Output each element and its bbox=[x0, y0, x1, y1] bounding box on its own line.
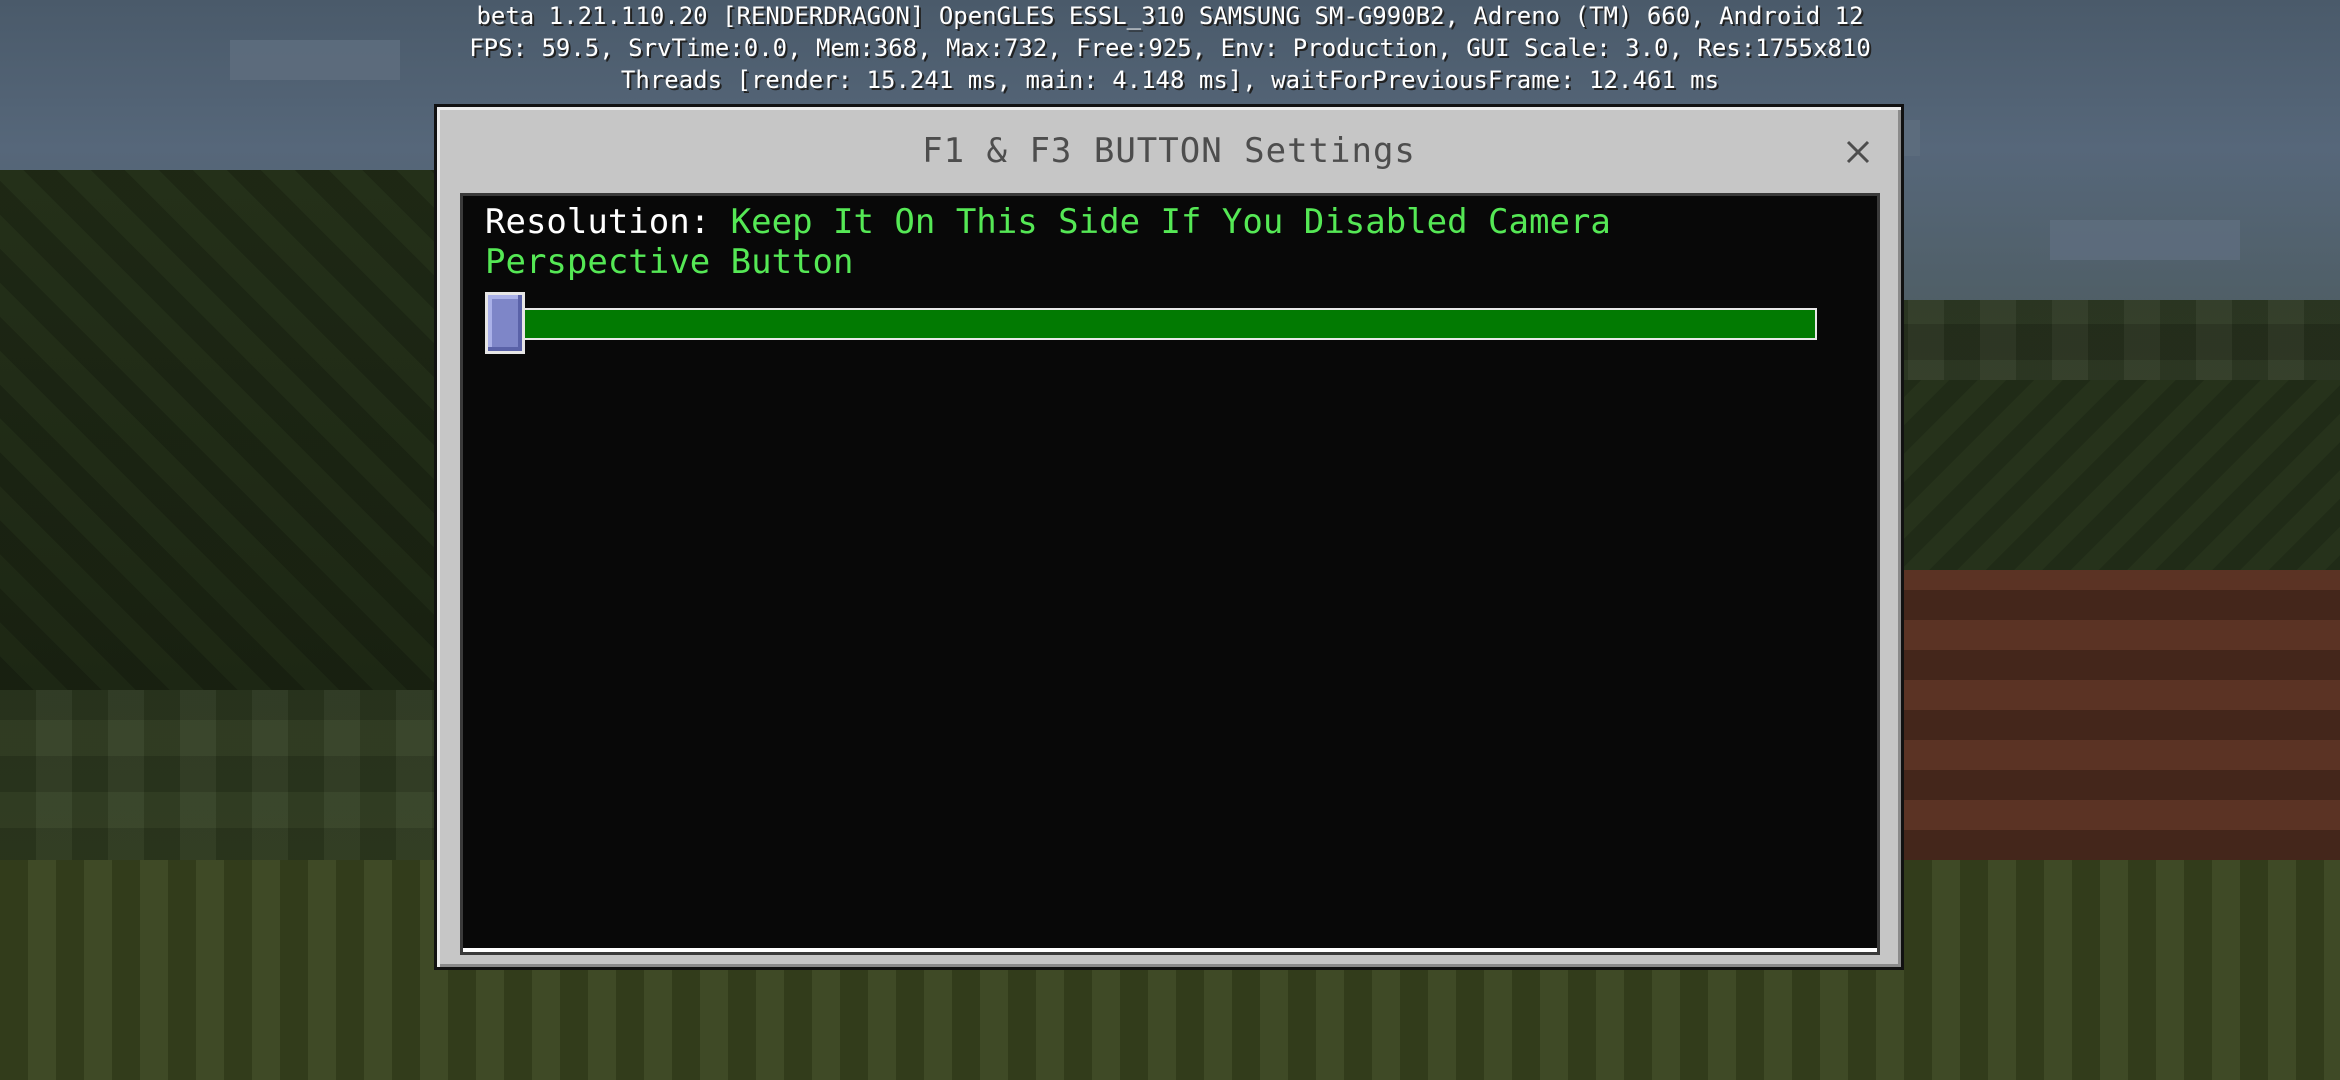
slider-track[interactable] bbox=[485, 308, 1817, 340]
debug-overlay: beta 1.21.110.20 [RENDERDRAGON] OpenGLES… bbox=[0, 0, 2340, 96]
cloud bbox=[2050, 220, 2240, 260]
slider-fill bbox=[487, 310, 1815, 338]
settings-panel: Resolution: Keep It On This Side If You … bbox=[460, 193, 1880, 955]
trees bbox=[0, 170, 470, 690]
dirt-terrain bbox=[1900, 570, 2340, 860]
debug-line-threads: Threads [render: 15.241 ms, main: 4.148 … bbox=[620, 66, 1720, 94]
dialog-title: F1 & F3 BUTTON Settings bbox=[922, 131, 1416, 171]
dialog-header: F1 & F3 BUTTON Settings bbox=[437, 107, 1901, 189]
settings-dialog: F1 & F3 BUTTON Settings Resolution: Keep… bbox=[434, 104, 1904, 970]
resolution-setting-label: Resolution: Keep It On This Side If You … bbox=[485, 202, 1685, 282]
slider-thumb[interactable] bbox=[485, 292, 525, 354]
close-button[interactable] bbox=[1841, 135, 1875, 169]
close-icon bbox=[1846, 140, 1870, 164]
debug-line-version: beta 1.21.110.20 [RENDERDRAGON] OpenGLES… bbox=[476, 2, 1864, 30]
debug-line-stats: FPS: 59.5, SrvTime:0.0, Mem:368, Max:732… bbox=[469, 34, 1871, 62]
setting-key-label: Resolution: bbox=[485, 202, 711, 242]
resolution-slider[interactable] bbox=[485, 292, 1817, 354]
